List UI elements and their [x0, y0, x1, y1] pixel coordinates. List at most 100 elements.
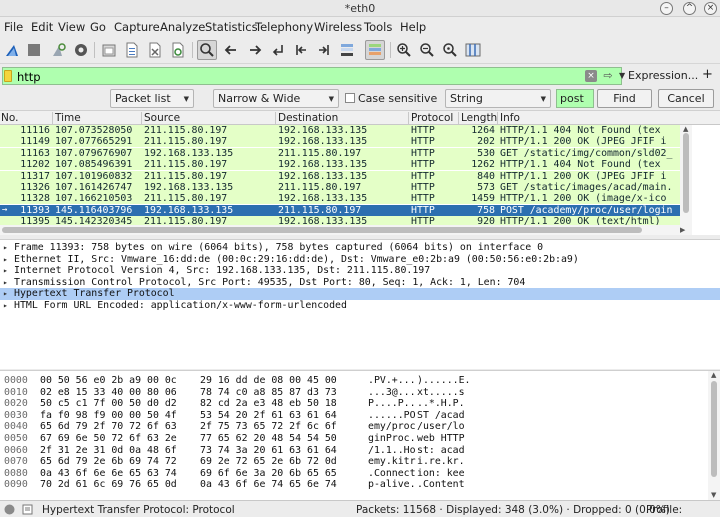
go-back-icon[interactable] — [221, 40, 241, 60]
detail-tree-item[interactable]: ▸ HTML Form URL Encoded: application/x-ww… — [0, 300, 720, 312]
scroll-up-icon[interactable]: ▲ — [683, 125, 688, 133]
column-header-destination[interactable]: Destination — [278, 112, 338, 124]
status-profile[interactable]: Profile: Default — [646, 504, 720, 517]
column-divider[interactable] — [141, 112, 142, 124]
close-icon[interactable]: × — [704, 2, 717, 15]
stop-capture-icon[interactable] — [24, 40, 44, 60]
menu-edit[interactable]: Edit — [31, 20, 53, 34]
auto-scroll-icon[interactable] — [337, 40, 357, 60]
first-packet-icon[interactable] — [291, 40, 311, 60]
column-header-info[interactable]: Info — [500, 112, 520, 124]
case-sensitive-checkbox[interactable] — [345, 93, 355, 103]
expand-arrow-icon[interactable]: ▸ — [3, 254, 8, 266]
hex-row[interactable]: 0000 00 50 56 e0 2b a9 00 0c 29 16 dd de 0… — [0, 375, 720, 387]
column-header-source[interactable]: Source — [144, 112, 180, 124]
detail-tree-item[interactable]: ▸ Transmission Control Protocol, Src Port… — [0, 277, 720, 289]
display-filter-input[interactable]: http × ⇨ ▼ — [2, 67, 625, 85]
column-divider[interactable] — [52, 112, 53, 124]
resize-columns-icon[interactable] — [463, 40, 483, 60]
menu-help[interactable]: Help — [400, 20, 426, 34]
search-scope-select[interactable]: Packet list ▼ — [110, 89, 194, 108]
menu-file[interactable]: File — [4, 20, 23, 34]
hex-row[interactable]: 0060 2f 31 2e 31 0d 0a 48 6f 73 74 3a 20 6… — [0, 445, 720, 457]
scrollbar-thumb[interactable] — [683, 133, 689, 213]
packet-row[interactable]: → 11393 145.116403796 192.168.133.135 211.11… — [0, 204, 680, 216]
go-forward-icon[interactable] — [245, 40, 265, 60]
packet-row[interactable]: 11149 107.077665291 211.115.80.197 192.168.… — [0, 136, 680, 148]
column-header-no[interactable]: No. — [1, 112, 18, 124]
zoom-in-icon[interactable] — [394, 40, 414, 60]
menu-tools[interactable]: Tools — [364, 20, 392, 34]
normal-size-icon[interactable] — [440, 40, 460, 60]
scrollbar-thumb[interactable] — [711, 381, 717, 477]
packet-details[interactable]: ▸ Frame 11393: 758 bytes on wire (6064 bi… — [0, 239, 720, 369]
expand-arrow-icon[interactable]: ▸ — [3, 288, 8, 300]
expert-info-icon[interactable] — [4, 504, 15, 515]
hex-row[interactable]: 0050 67 69 6e 50 72 6f 63 2e 77 65 62 20 4… — [0, 433, 720, 445]
hex-row[interactable]: 0010 02 e8 15 33 40 00 80 06 78 74 c0 a8 8… — [0, 387, 720, 399]
detail-tree-item[interactable]: ▸ Ethernet II, Src: Vmware_16:dd:de (00:0… — [0, 254, 720, 266]
packet-row[interactable]: 11163 107.079676907 192.168.133.135 211.115… — [0, 147, 680, 159]
expand-arrow-icon[interactable]: ▸ — [3, 277, 8, 289]
column-header-time[interactable]: Time — [55, 112, 81, 124]
find-button[interactable]: Find — [597, 89, 652, 108]
reload-file-icon[interactable] — [168, 40, 188, 60]
packet-row[interactable]: 11328 107.166210503 211.115.80.197 192.168.… — [0, 193, 680, 205]
scrollbar-thumb[interactable] — [2, 227, 642, 233]
menu-statistics[interactable]: Statistics — [205, 20, 258, 34]
column-divider[interactable] — [497, 112, 498, 124]
close-file-icon[interactable] — [145, 40, 165, 60]
scroll-down-icon[interactable]: ▼ — [711, 491, 716, 499]
column-divider[interactable] — [408, 112, 409, 124]
capture-comment-icon[interactable] — [22, 504, 33, 515]
maximize-icon[interactable]: ^ — [683, 2, 696, 15]
capture-options-icon[interactable] — [71, 40, 91, 60]
hex-row[interactable]: 0040 65 6d 79 2f 70 72 6f 63 2f 75 73 65 7… — [0, 421, 720, 433]
hex-row[interactable]: 0020 50 c5 c1 7f 00 50 d0 d2 82 cd 2a e3 4… — [0, 398, 720, 410]
open-file-icon[interactable] — [99, 40, 119, 60]
scroll-up-icon[interactable]: ▲ — [711, 371, 716, 379]
add-filter-button[interactable]: + — [702, 67, 713, 82]
bookmark-icon[interactable] — [4, 70, 12, 82]
menu-capture[interactable]: Capture — [114, 20, 160, 34]
menu-go[interactable]: Go — [90, 20, 106, 34]
search-type-select[interactable]: String ▼ — [445, 89, 551, 108]
column-divider[interactable] — [458, 112, 459, 124]
expand-arrow-icon[interactable]: ▸ — [3, 265, 8, 277]
column-header-length[interactable]: Length — [461, 112, 497, 124]
packet-row[interactable]: 11116 107.073528050 211.115.80.197 192.168.… — [0, 125, 680, 136]
packet-row[interactable]: 11317 107.101960832 211.115.80.197 192.168.… — [0, 170, 680, 182]
expression-button[interactable]: Expression... — [628, 69, 698, 82]
last-packet-icon[interactable] — [314, 40, 334, 60]
go-to-packet-icon[interactable] — [268, 40, 288, 60]
expand-arrow-icon[interactable]: ▸ — [3, 300, 8, 312]
shark-fin-start-icon[interactable] — [2, 40, 22, 60]
filter-history-chevron-icon[interactable]: ▼ — [619, 71, 625, 80]
packet-list-vertical-scrollbar[interactable]: ▲ ▼ — [680, 125, 692, 235]
menu-telephony[interactable]: Telephony — [255, 20, 313, 34]
menu-view[interactable]: View — [58, 20, 85, 34]
hex-row[interactable]: 0030 fa f0 98 f9 00 00 50 4f 53 54 20 2f 6… — [0, 410, 720, 422]
hex-row[interactable]: 0090 70 2d 61 6c 69 76 65 0d 0a 43 6f 6e 7… — [0, 479, 720, 491]
detail-tree-item[interactable]: ▸ Frame 11393: 758 bytes on wire (6064 bi… — [0, 242, 720, 254]
save-file-icon[interactable] — [122, 40, 142, 60]
column-header-protocol[interactable]: Protocol — [411, 112, 453, 124]
menu-analyze[interactable]: Analyze — [160, 20, 205, 34]
menu-wireless[interactable]: Wireless — [314, 20, 362, 34]
hex-row[interactable]: 0080 0a 43 6f 6e 6e 65 63 74 69 6f 6e 3a 2… — [0, 468, 720, 480]
restart-capture-icon[interactable] — [48, 40, 68, 60]
column-divider[interactable] — [275, 112, 276, 124]
display-filter-text[interactable]: http — [17, 70, 41, 84]
hex-row[interactable]: 0070 65 6d 79 2e 6b 69 74 72 69 2e 72 65 2… — [0, 456, 720, 468]
bytes-vertical-scrollbar[interactable]: ▲ ▼ — [708, 371, 720, 501]
apply-filter-icon[interactable]: ⇨ — [599, 70, 617, 82]
find-input[interactable]: post — [556, 89, 594, 108]
packet-bytes[interactable]: 0000 00 50 56 e0 2b a9 00 0c 29 16 dd de 0… — [0, 370, 720, 501]
packet-list-horizontal-scrollbar[interactable]: ▶ — [0, 225, 692, 235]
colorize-icon[interactable] — [365, 40, 385, 60]
char-width-select[interactable]: Narrow & Wide ▼ — [213, 89, 339, 108]
scroll-right-icon[interactable]: ▶ — [680, 226, 685, 234]
clear-filter-icon[interactable]: × — [585, 70, 597, 82]
packet-row[interactable]: 11202 107.085496391 211.115.80.197 192.168.… — [0, 159, 680, 171]
find-packet-icon[interactable] — [197, 40, 217, 60]
